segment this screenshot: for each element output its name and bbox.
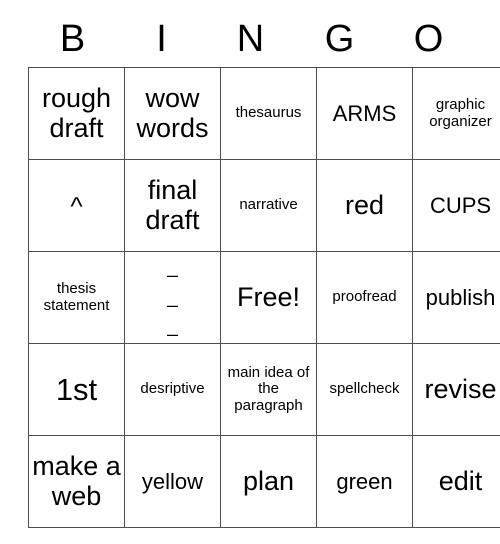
header-letter-g: G (324, 17, 355, 60)
bingo-header: B I N G O (28, 10, 473, 67)
bingo-cell-free-space[interactable]: Free! (220, 251, 317, 344)
bingo-cell-o2[interactable]: CUPS (412, 159, 500, 252)
bingo-cell-label: 1st (55, 371, 98, 407)
bingo-cell-label: narrative (239, 196, 298, 214)
bingo-cell-b5[interactable]: make a web (28, 435, 125, 528)
bingo-cell-label: make a web (32, 451, 121, 511)
bingo-row: 1st desriptive main idea of the paragrap… (28, 343, 500, 436)
bingo-cell-o5[interactable]: edit (412, 435, 500, 528)
bingo-cell-label: thesis statement (43, 280, 110, 314)
bingo-cell-b1[interactable]: rough draft (28, 67, 125, 160)
bingo-cell-label: proofread (332, 288, 397, 306)
bingo-grid: rough draft wow words thesaurus ARMS gra… (28, 67, 500, 528)
bingo-cell-label: desriptive (140, 380, 205, 398)
bingo-cell-label: spellcheck (329, 380, 400, 398)
bingo-cell-label: revise (424, 373, 497, 404)
bingo-cell-n5[interactable]: plan (220, 435, 317, 528)
bingo-cell-label: thesaurus (235, 104, 302, 122)
bingo-cell-label: final draft (145, 175, 200, 235)
bingo-card: B I N G O rough draft wow words thesauru… (28, 10, 500, 528)
bingo-cell-i3[interactable]: _ _ _ (124, 251, 221, 344)
bingo-cell-label: green (336, 468, 393, 494)
bingo-cell-g2[interactable]: red (316, 159, 413, 252)
bingo-cell-i2[interactable]: final draft (124, 159, 221, 252)
bingo-cell-o3[interactable]: publish (412, 251, 500, 344)
header-letter-i: I (156, 17, 167, 60)
underline-mark-line-1: _ (167, 257, 178, 279)
bingo-cell-i4[interactable]: desriptive (124, 343, 221, 436)
bingo-cell-b3[interactable]: thesis statement (28, 251, 125, 344)
bingo-cell-label: ARMS (332, 100, 397, 126)
header-letter-n: N (236, 17, 265, 60)
header-letter-b: B (59, 17, 86, 60)
header-letter-o: O (413, 17, 444, 60)
bingo-cell-b2[interactable]: ^ (28, 159, 125, 252)
bingo-cell-g5[interactable]: green (316, 435, 413, 528)
bingo-row: rough draft wow words thesaurus ARMS gra… (28, 67, 500, 160)
bingo-cell-n1[interactable]: thesaurus (220, 67, 317, 160)
bingo-cell-i5[interactable]: yellow (124, 435, 221, 528)
bingo-cell-n4[interactable]: main idea of the paragraph (220, 343, 317, 436)
free-space-label: Free! (236, 281, 301, 312)
bingo-cell-label: red (344, 189, 385, 220)
bingo-cell-g3[interactable]: proofread (316, 251, 413, 344)
bingo-cell-g4[interactable]: spellcheck (316, 343, 413, 436)
bingo-cell-label: main idea of the paragraph (227, 364, 310, 414)
bingo-row: ^ final draft narrative red CUPS (28, 159, 500, 252)
bingo-cell-label: publish (425, 284, 496, 310)
bingo-cell-label: yellow (141, 468, 204, 494)
underline-marks-icon: _ _ _ (128, 253, 217, 341)
underline-mark-line-2: _ (167, 286, 178, 308)
bingo-row: thesis statement _ _ _ Free! proofread p… (28, 251, 500, 344)
bingo-cell-label: edit (438, 465, 483, 496)
bingo-cell-o4[interactable]: revise (412, 343, 500, 436)
bingo-cell-b4[interactable]: 1st (28, 343, 125, 436)
bingo-cell-g1[interactable]: ARMS (316, 67, 413, 160)
bingo-cell-label: graphic organizer (429, 96, 492, 130)
bingo-cell-n2[interactable]: narrative (220, 159, 317, 252)
bingo-cell-label: CUPS (429, 192, 492, 218)
bingo-cell-label: plan (242, 465, 295, 496)
bingo-cell-i1[interactable]: wow words (124, 67, 221, 160)
bingo-row: make a web yellow plan green edit (28, 435, 500, 528)
bingo-cell-label: rough draft (41, 83, 112, 143)
bingo-cell-o1[interactable]: graphic organizer (412, 67, 500, 160)
underline-mark-line-3: _ (167, 316, 178, 338)
bingo-cell-label: wow words (136, 83, 209, 143)
caret-mark-icon: ^ (70, 190, 83, 221)
